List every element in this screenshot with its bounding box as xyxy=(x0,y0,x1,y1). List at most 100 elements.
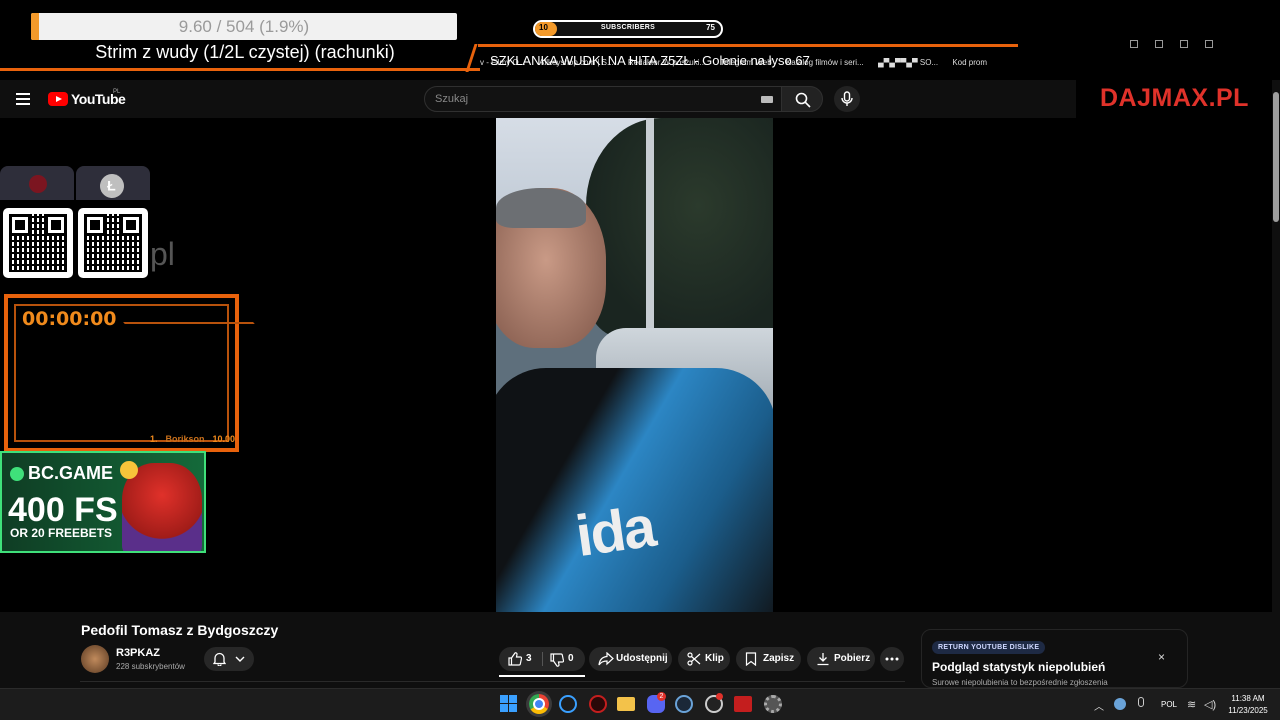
ccleaner-icon[interactable] xyxy=(559,695,577,713)
bookmark-item[interactable]: Kod prom xyxy=(952,58,987,67)
app-icon[interactable] xyxy=(734,696,752,712)
dislike-count[interactable]: 0 xyxy=(568,647,574,671)
thumbs-up-icon[interactable] xyxy=(508,652,522,666)
video-player[interactable]: ida xyxy=(496,118,773,612)
steam-icon[interactable] xyxy=(675,695,693,713)
clock-time: 11:38 AM xyxy=(1231,694,1265,703)
video-frame-shirt-print: ida xyxy=(571,493,658,570)
litecoin-qr-code xyxy=(78,208,148,278)
tray-steam-icon[interactable] xyxy=(1114,698,1126,710)
bcgame-free-spins: 400 FS xyxy=(8,491,118,529)
bell-icon xyxy=(213,652,226,666)
overlay-divider xyxy=(0,68,480,71)
crypto-donation-panel: Ł xyxy=(0,166,150,278)
coin-icon xyxy=(120,461,138,479)
search-placeholder: Szukaj xyxy=(435,93,469,105)
obs-recording-badge xyxy=(716,693,723,700)
like-underline xyxy=(499,675,585,677)
chevron-down-icon xyxy=(235,656,245,662)
top-donor: 1. Borikson 10.00 xyxy=(150,434,235,444)
download-button[interactable]: Pobierz xyxy=(807,647,875,671)
red-app-icon[interactable] xyxy=(589,695,607,713)
clip-button[interactable]: Klip xyxy=(678,647,730,671)
search-button[interactable] xyxy=(781,86,823,112)
tron-qr-code xyxy=(3,208,73,278)
bcgame-logo: BC.GAME xyxy=(10,463,113,484)
youtube-logo-icon[interactable] xyxy=(48,92,68,106)
share-icon xyxy=(598,652,614,666)
save-button[interactable]: Zapisz xyxy=(736,647,801,671)
file-explorer-icon[interactable] xyxy=(617,697,635,711)
ghost-overlay-text: pl xyxy=(150,236,175,272)
dajmax-overlay: DAJMAX.PL xyxy=(1076,62,1272,118)
extension-icon[interactable] xyxy=(1205,40,1213,48)
download-icon xyxy=(817,653,829,666)
search-input[interactable]: Szukaj xyxy=(424,86,782,112)
system-clock[interactable]: 11:38 AM 11/23/2025 xyxy=(1226,693,1270,717)
windows-start-icon[interactable] xyxy=(500,695,518,713)
extension-icon[interactable] xyxy=(1155,40,1163,48)
like-count[interactable]: 3 xyxy=(526,647,532,671)
video-frame-trees xyxy=(586,118,773,338)
tron-icon xyxy=(29,175,47,193)
settings-gear-icon[interactable] xyxy=(764,695,782,713)
top-donor-rank: 1. xyxy=(150,434,158,444)
like-dislike-group: 3 0 xyxy=(499,647,585,671)
thumbs-down-icon[interactable] xyxy=(550,653,564,667)
input-language[interactable]: POL xyxy=(1161,700,1177,709)
stream-title: Strim z wudy (1/2L czystej) (rachunki) xyxy=(95,42,395,62)
microphone-icon xyxy=(841,91,853,106)
channel-name[interactable]: R3PKAZ xyxy=(116,647,160,659)
bookmark-item[interactable]: ▄▀▄▀▀▄▀ SO... xyxy=(878,58,938,67)
subscribers-label: SUBSCRIBERS xyxy=(600,24,656,31)
donation-goal-text: 9.60 / 504 (1.9%) xyxy=(178,17,310,36)
channel-avatar[interactable] xyxy=(81,645,109,673)
voice-search-button[interactable] xyxy=(834,86,860,112)
scissors-icon xyxy=(687,652,701,666)
video-title: Pedofil Tomasz z Bydgoszczy xyxy=(81,622,279,638)
clock-date: 11/23/2025 xyxy=(1228,706,1268,715)
extension-icon[interactable] xyxy=(1130,40,1138,48)
volume-icon[interactable]: ◁) xyxy=(1204,698,1216,711)
youtube-country-code: PL xyxy=(113,89,121,95)
ryd-title: Podgląd statystyk niepolubień xyxy=(932,660,1106,674)
hamburger-menu-icon[interactable] xyxy=(16,93,30,105)
extension-icon[interactable] xyxy=(1180,40,1188,48)
download-label: Pobierz xyxy=(834,653,871,664)
video-frame-person-hair xyxy=(496,188,586,228)
tray-microphone-icon[interactable] xyxy=(1138,697,1144,707)
save-label: Zapisz xyxy=(763,653,795,664)
wifi-icon[interactable]: ≋ xyxy=(1187,698,1196,711)
page-scrollbar-thumb[interactable] xyxy=(1273,92,1279,222)
tray-chevron-up-icon[interactable]: ︿ xyxy=(1094,698,1104,713)
tron-tab xyxy=(0,166,74,200)
close-icon[interactable]: × xyxy=(1158,650,1165,664)
keyboard-icon[interactable] xyxy=(761,96,773,103)
more-actions-button[interactable] xyxy=(880,647,904,671)
ryd-badge: RETURN YOUTUBE DISLIKE xyxy=(932,641,1046,654)
stream-ticker: SZKLANKA WUDKI NA HITA Z5ZŁ - Golenie na… xyxy=(490,53,810,68)
donation-goal-bar: 9.60 / 504 (1.9%) xyxy=(31,13,457,40)
return-youtube-dislike-popup: RETURN YOUTUBE DISLIKE × Podgląd statyst… xyxy=(921,629,1188,688)
actions-divider xyxy=(80,681,905,682)
bcgame-freebets: OR 20 FREEBETS xyxy=(10,526,113,540)
top-donor-name: Borikson xyxy=(165,434,205,444)
stream-timer-widget: 00:00:00 1. Borikson 10.00 xyxy=(4,294,255,452)
subscribers-goal-bar: 10 SUBSCRIBERS 75 xyxy=(533,20,723,38)
chrome-icon[interactable] xyxy=(529,694,549,714)
top-donor-amount: 10.00 xyxy=(212,434,236,444)
more-horizontal-icon xyxy=(885,657,899,661)
share-label: Udostępnij xyxy=(616,653,668,664)
bcgame-ad-banner: BC.GAME 400 FS OR 20 FREEBETS xyxy=(0,451,206,553)
search-icon xyxy=(795,92,811,108)
bookmark-icon xyxy=(745,652,757,666)
dajmax-logo: DAJMAX.PL xyxy=(1100,84,1249,112)
clip-label: Klip xyxy=(705,653,724,664)
stream-timer: 00:00:00 xyxy=(22,308,117,330)
notification-bell-button[interactable] xyxy=(204,647,254,671)
discord-notification-badge: 2 xyxy=(657,692,666,701)
ryd-description: Surowe niepolubienia to bezpośrednie zgł… xyxy=(932,678,1108,687)
windows-taskbar xyxy=(0,688,1280,720)
share-button[interactable]: Udostępnij xyxy=(589,647,672,671)
overlay-divider-right xyxy=(478,44,1018,47)
